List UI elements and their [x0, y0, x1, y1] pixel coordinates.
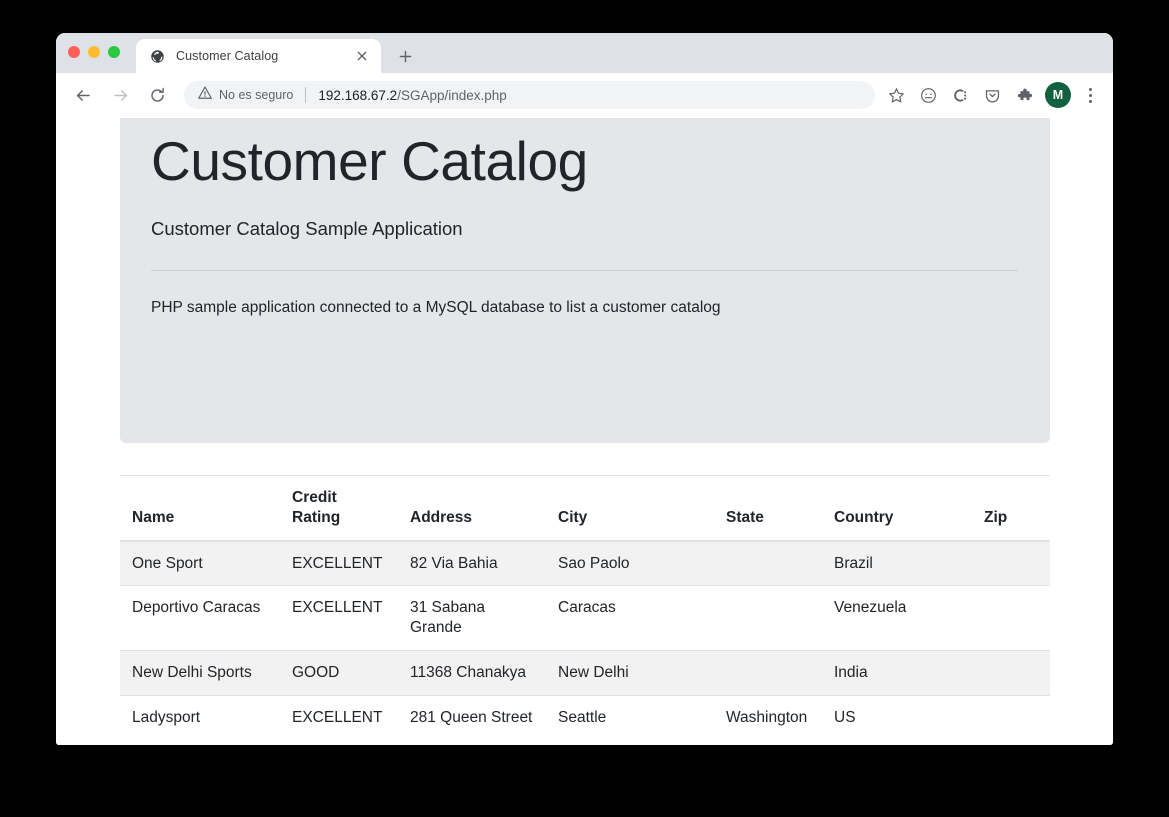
column-header-name: Name	[120, 474, 280, 542]
cell-state: Washington	[714, 694, 822, 740]
cell-credit-rating: EXCELLENT	[280, 694, 398, 740]
url-display: 192.168.67.2/SGApp/index.php	[318, 88, 869, 103]
back-button[interactable]	[68, 80, 98, 110]
table-body: One Sport EXCELLENT 82 Via Bahia Sao Pao…	[120, 540, 1050, 740]
security-status[interactable]: No es seguro	[198, 85, 294, 105]
cell-name: Deportivo Caracas	[120, 585, 280, 651]
column-header-city: City	[546, 474, 714, 542]
table-row: New Delhi Sports GOOD 11368 Chanakya New…	[120, 650, 1050, 696]
cell-country: US	[822, 694, 972, 740]
cell-city: Caracas	[546, 585, 714, 651]
forward-button[interactable]	[105, 80, 135, 110]
cell-country: Brazil	[822, 540, 972, 586]
address-bar[interactable]: No es seguro 192.168.67.2/SGApp/index.ph…	[184, 81, 875, 109]
star-icon[interactable]	[881, 80, 911, 110]
cell-credit-rating: GOOD	[280, 650, 398, 696]
page-title: Customer Catalog	[151, 130, 588, 192]
column-header-country: Country	[822, 474, 972, 542]
table-row: Ladysport EXCELLENT 281 Queen Street Sea…	[120, 694, 1050, 740]
tab-strip: Customer Catalog	[56, 33, 1113, 73]
cell-city: New Delhi	[546, 650, 714, 696]
cell-address: 82 Via Bahia	[398, 540, 546, 586]
column-header-credit-rating: Credit Rating	[280, 474, 398, 542]
column-header-address: Address	[398, 474, 546, 542]
cell-state	[714, 585, 822, 651]
emoji-face-icon[interactable]	[913, 80, 943, 110]
url-host: 192.168.67.2	[318, 87, 398, 103]
close-window-button[interactable]	[68, 46, 80, 58]
password-manager-icon[interactable]	[945, 80, 975, 110]
column-header-state: State	[714, 474, 822, 542]
reload-button[interactable]	[142, 80, 172, 110]
cell-state	[714, 650, 822, 696]
window-traffic-lights	[68, 33, 120, 73]
cell-credit-rating: EXCELLENT	[280, 585, 398, 651]
table-head: Name Credit Rating Address City State Co…	[120, 474, 1050, 542]
tab-title: Customer Catalog	[176, 49, 279, 63]
minimize-window-button[interactable]	[88, 46, 100, 58]
menu-dot	[1088, 87, 1092, 91]
cell-city: Sao Paolo	[546, 540, 714, 586]
page-viewport[interactable]: Customer Catalog Customer Catalog Sample…	[56, 118, 1113, 745]
cell-country: India	[822, 650, 972, 696]
maximize-window-button[interactable]	[108, 46, 120, 58]
cell-address: 31 Sabana Grande	[398, 585, 546, 651]
cell-zip	[972, 650, 1050, 696]
cell-zip	[972, 540, 1050, 586]
cell-credit-rating: EXCELLENT	[280, 540, 398, 586]
tab-customer-catalog[interactable]: Customer Catalog	[136, 39, 381, 73]
close-tab-button[interactable]	[353, 47, 371, 65]
page-subtitle: Customer Catalog Sample Application	[151, 217, 463, 239]
cell-country: Venezuela	[822, 585, 972, 651]
cell-zip	[972, 694, 1050, 740]
table-row: Deportivo Caracas EXCELLENT 31 Sabana Gr…	[120, 585, 1050, 651]
warning-triangle-icon	[198, 85, 212, 105]
menu-dot	[1088, 93, 1092, 97]
cell-address: 281 Queen Street	[398, 694, 546, 740]
browser-toolbar: No es seguro 192.168.67.2/SGApp/index.ph…	[56, 73, 1113, 118]
menu-dot	[1088, 99, 1092, 103]
profile-avatar[interactable]: M	[1045, 82, 1071, 108]
browser-menu-button[interactable]	[1077, 80, 1103, 110]
table-header-row: Name Credit Rating Address City State Co…	[120, 474, 1050, 542]
puzzle-extensions-icon[interactable]	[1009, 80, 1039, 110]
page-description: PHP sample application connected to a My…	[151, 298, 721, 316]
pocket-save-icon[interactable]	[977, 80, 1007, 110]
url-path: /SGApp/index.php	[397, 87, 507, 103]
column-header-zip: Zip	[972, 474, 1050, 542]
customer-table-container: Name Credit Rating Address City State Co…	[120, 474, 1050, 740]
cell-address: 11368 Chanakya	[398, 650, 546, 696]
cell-name: One Sport	[120, 540, 280, 586]
cell-city: Seattle	[546, 694, 714, 740]
hero-divider	[151, 269, 1018, 271]
table-row: One Sport EXCELLENT 82 Via Bahia Sao Pao…	[120, 540, 1050, 586]
cell-zip	[972, 585, 1050, 651]
hero-jumbotron: Customer Catalog Customer Catalog Sample…	[120, 118, 1050, 443]
cell-state	[714, 540, 822, 586]
omnibox-divider	[305, 87, 307, 103]
security-label: No es seguro	[219, 88, 294, 102]
new-tab-button[interactable]	[391, 42, 419, 70]
cell-name: Ladysport	[120, 694, 280, 740]
browser-window: Customer Catalog No es seguro 192.168.67…	[56, 33, 1113, 745]
customer-table: Name Credit Rating Address City State Co…	[120, 474, 1050, 740]
cell-name: New Delhi Sports	[120, 650, 280, 696]
globe-icon	[149, 48, 165, 64]
